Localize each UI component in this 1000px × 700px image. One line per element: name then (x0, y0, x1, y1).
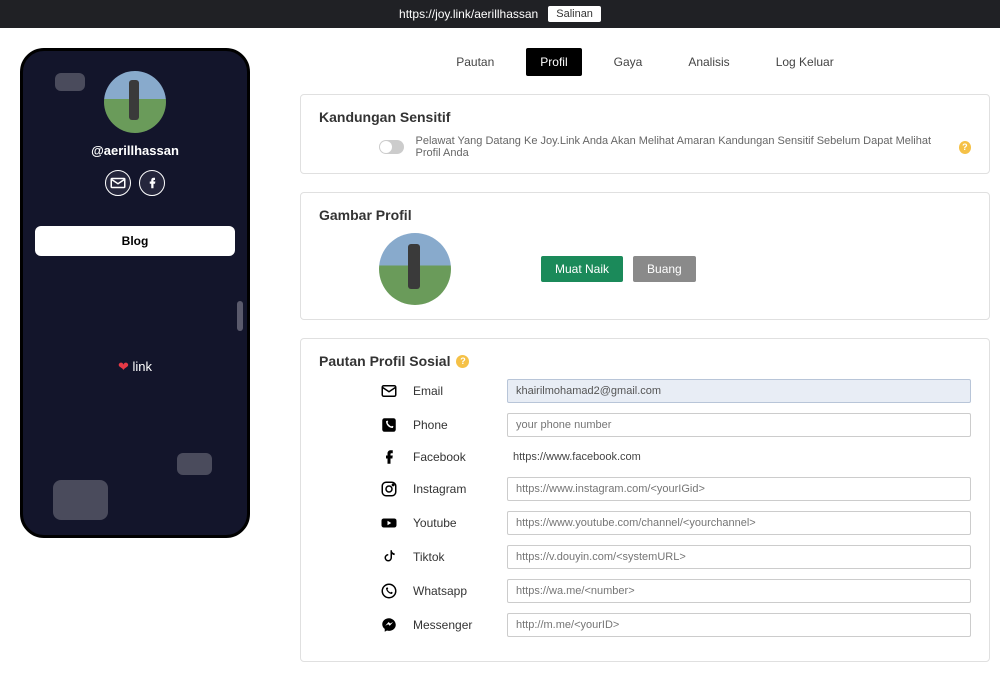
heart-icon: ❤ (118, 359, 129, 374)
facebook-static: https://www.facebook.com (507, 451, 971, 463)
messenger-icon (379, 615, 399, 635)
info-icon[interactable]: ? (959, 141, 971, 154)
sensitive-content-card: Kandungan Sensitif Pelawat Yang Datang K… (300, 94, 990, 174)
tiktok-icon (379, 547, 399, 567)
tiktok-input[interactable] (507, 545, 971, 569)
field-label: Instagram (413, 482, 493, 496)
phone-preview: @aerillhassan Blog ❤ link (20, 48, 250, 538)
instagram-field-row: Instagram (319, 477, 971, 501)
content-panel: Pautan Profil Gaya Analisis Log Keluar K… (300, 48, 990, 680)
email-input[interactable] (507, 379, 971, 403)
decor-block (177, 453, 212, 475)
copy-button[interactable]: Salinan (548, 6, 601, 22)
sensitive-toggle[interactable] (379, 140, 404, 154)
tab-analisis[interactable]: Analisis (674, 48, 743, 76)
sensitive-label: Pelawat Yang Datang Ke Joy.Link Anda Aka… (416, 135, 971, 159)
tab-profil[interactable]: Profil (526, 48, 581, 76)
profile-url: https://joy.link/aerillhassan (399, 7, 538, 21)
field-label: Whatsapp (413, 584, 493, 598)
mail-icon[interactable] (105, 170, 131, 196)
field-label: Facebook (413, 450, 493, 464)
field-label: Youtube (413, 516, 493, 530)
youtube-input[interactable] (507, 511, 971, 535)
preview-blog-button[interactable]: Blog (35, 226, 235, 256)
card-title: Pautan Profil Sosial ? (319, 353, 971, 369)
phone-field-row: Phone (319, 413, 971, 437)
card-title: Kandungan Sensitif (319, 109, 971, 125)
tab-gaya[interactable]: Gaya (600, 48, 657, 76)
tab-pautan[interactable]: Pautan (442, 48, 508, 76)
preview-scrollbar[interactable] (237, 301, 243, 331)
whatsapp-input[interactable] (507, 579, 971, 603)
info-icon[interactable]: ? (456, 355, 469, 368)
tabs: Pautan Profil Gaya Analisis Log Keluar (300, 48, 990, 76)
facebook-icon[interactable] (139, 170, 165, 196)
field-label: Messenger (413, 618, 493, 632)
card-title: Gambar Profil (319, 207, 971, 223)
decor-block (55, 73, 85, 91)
youtube-icon (379, 513, 399, 533)
phone-icon (379, 415, 399, 435)
tab-logkeluar[interactable]: Log Keluar (762, 48, 848, 76)
upload-button[interactable]: Muat Naik (541, 256, 623, 282)
decor-block (53, 480, 108, 520)
facebook-field-row: Facebook https://www.facebook.com (319, 447, 971, 467)
preview-username: @aerillhassan (23, 143, 247, 158)
field-label: Email (413, 384, 493, 398)
top-bar: https://joy.link/aerillhassan Salinan (0, 0, 1000, 28)
profile-image (379, 233, 451, 305)
phone-input[interactable] (507, 413, 971, 437)
preview-footer: ❤ link (23, 359, 247, 375)
email-field-row: Email (319, 379, 971, 403)
whatsapp-icon (379, 581, 399, 601)
social-links-card: Pautan Profil Sosial ? Email Phone Faceb… (300, 338, 990, 662)
messenger-field-row: Messenger (319, 613, 971, 637)
preview-avatar (104, 71, 166, 133)
instagram-input[interactable] (507, 477, 971, 501)
instagram-icon (379, 479, 399, 499)
mail-icon (379, 381, 399, 401)
messenger-input[interactable] (507, 613, 971, 637)
remove-button[interactable]: Buang (633, 256, 696, 282)
youtube-field-row: Youtube (319, 511, 971, 535)
profile-image-card: Gambar Profil Muat Naik Buang (300, 192, 990, 320)
field-label: Phone (413, 418, 493, 432)
tiktok-field-row: Tiktok (319, 545, 971, 569)
whatsapp-field-row: Whatsapp (319, 579, 971, 603)
facebook-icon (379, 447, 399, 467)
field-label: Tiktok (413, 550, 493, 564)
